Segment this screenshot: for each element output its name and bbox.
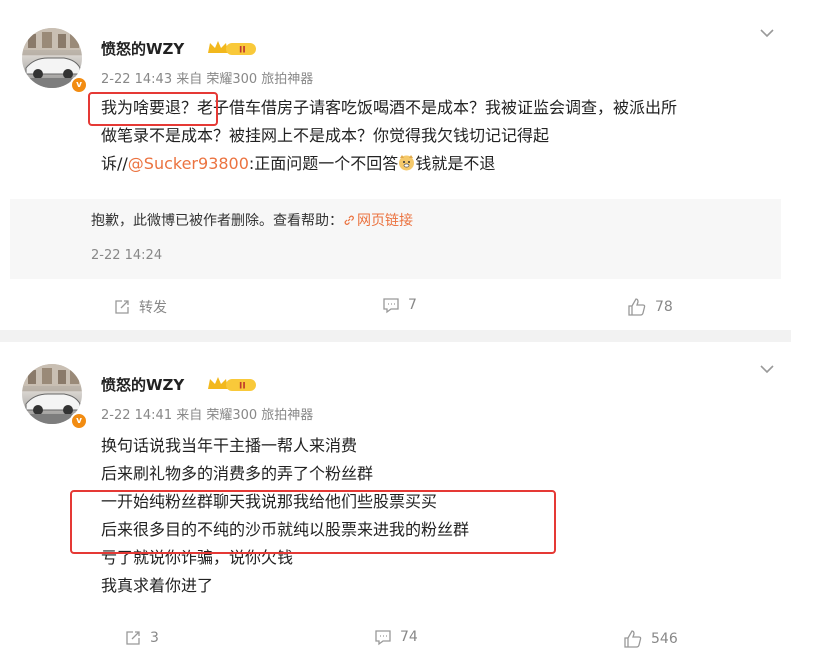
highlight-box: [70, 490, 556, 554]
post-text-line: 后来刷礼物多的消费多的弄了个粉丝群: [101, 464, 374, 483]
post-text-end: 钱就是不退: [415, 154, 496, 173]
post-divider: [0, 330, 791, 342]
chevron-down-icon[interactable]: [758, 360, 776, 378]
comment-icon: [383, 298, 399, 314]
like-button[interactable]: 546: [623, 629, 678, 649]
verified-badge-icon: v: [70, 76, 88, 94]
repost-button[interactable]: 转发: [113, 297, 167, 317]
post-text-line: 做笔录不是成本？被挂网上不是成本？你觉得我欠钱切记记得起: [101, 126, 550, 145]
deleted-notice-text: 抱歉，此微博已被作者删除。查看帮助：: [91, 213, 343, 229]
post-card-1: v 愤怒的WZY II 2-22 14:43 来自 荣耀300 旅拍神器 我为啥…: [0, 0, 791, 330]
post-text-middle: :正面问题一个不回答: [248, 154, 399, 173]
post-text-line: 我真求着你进了: [101, 576, 214, 595]
deleted-notice: 抱歉，此微博已被作者删除。查看帮助： 网页链接: [91, 210, 413, 230]
comment-count: 74: [400, 629, 418, 645]
post-card-2: v 愤怒的WZY II 2-22 14:41 来自 荣耀300 旅拍神器 换句话…: [0, 342, 791, 672]
link-icon: [344, 215, 354, 225]
post-text-line: 换句话说我当年干主播一帮人来消费: [101, 436, 358, 455]
help-link-label: 网页链接: [357, 213, 413, 229]
vip-level-text: II: [239, 46, 246, 56]
vip-crown-icon[interactable]: II: [206, 375, 258, 393]
like-count: 78: [655, 299, 673, 315]
comment-button[interactable]: 74: [374, 628, 418, 646]
verified-badge-icon: v: [70, 412, 88, 430]
repost-label: 转发: [139, 300, 167, 316]
thumbs-up-icon: [628, 298, 646, 316]
username[interactable]: 愤怒的WZY: [101, 374, 184, 395]
comment-icon: [375, 630, 391, 646]
retweet-time: 2-22 14:24: [91, 248, 163, 263]
like-button[interactable]: 78: [627, 297, 673, 317]
chevron-down-icon[interactable]: [758, 24, 776, 42]
repost-icon: [115, 300, 129, 314]
post-text-prefix: 诉//: [101, 154, 128, 173]
help-link[interactable]: 网页链接: [343, 213, 413, 229]
mention-link[interactable]: @Sucker93800: [128, 154, 249, 173]
doge-emoji-icon: [399, 155, 415, 171]
comment-count: 7: [408, 297, 417, 313]
vip-crown-icon[interactable]: II: [206, 39, 258, 57]
post-meta: 2-22 14:43 来自 荣耀300 旅拍神器: [101, 72, 314, 87]
thumbs-up-icon: [624, 630, 642, 648]
username[interactable]: 愤怒的WZY: [101, 38, 184, 59]
like-count: 546: [651, 631, 678, 647]
vip-level-text: II: [239, 382, 246, 392]
comment-button[interactable]: 7: [382, 296, 417, 314]
repost-button[interactable]: 3: [124, 629, 159, 647]
post-meta: 2-22 14:41 来自 荣耀300 旅拍神器: [101, 408, 314, 423]
post-text-line: 诉//@Sucker93800:正面问题一个不回答 钱就是不退: [101, 150, 781, 178]
repost-icon: [126, 631, 140, 645]
highlight-box: [88, 92, 218, 126]
repost-count: 3: [150, 630, 159, 646]
